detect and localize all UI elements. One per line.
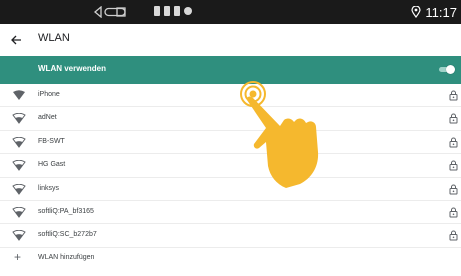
add-network-label: WLAN hinzufügen bbox=[38, 253, 95, 261]
network-ssid: linksys bbox=[38, 184, 60, 192]
wifi-medium-icon bbox=[12, 113, 26, 125]
wlan-master-label: WLAN verwenden bbox=[38, 64, 107, 73]
network-row[interactable]: adNet bbox=[0, 107, 461, 131]
add-network-row[interactable]: + WLAN hinzufügen bbox=[0, 248, 461, 268]
lock-icon bbox=[449, 207, 458, 218]
plus-icon: + bbox=[14, 249, 22, 264]
network-ssid: softliQ:SC_b272b7 bbox=[38, 231, 97, 239]
page-title: WLAN bbox=[38, 32, 70, 44]
network-row[interactable]: linksys bbox=[0, 178, 461, 201]
notification-icons bbox=[154, 6, 192, 16]
wlan-master-switch-row[interactable]: WLAN verwenden bbox=[0, 56, 461, 84]
notification-icon bbox=[184, 7, 192, 15]
app-bar: WLAN bbox=[0, 24, 461, 56]
notification-icon bbox=[174, 6, 180, 16]
arrow-back-icon[interactable] bbox=[6, 30, 26, 50]
network-ssid: softliQ:PA_bf3165 bbox=[38, 207, 94, 215]
wifi-medium-icon bbox=[12, 183, 26, 195]
network-row[interactable]: softliQ:SC_b272b7 bbox=[0, 224, 461, 248]
lock-icon bbox=[449, 90, 458, 101]
network-list: iPhone adNet FB-SWT HG Gast linksys soft… bbox=[0, 84, 461, 268]
network-ssid: HG Gast bbox=[38, 161, 66, 169]
lock-icon bbox=[449, 113, 458, 124]
clock: 11:17 bbox=[425, 4, 457, 20]
status-bar: 11:17 bbox=[0, 0, 461, 24]
network-row[interactable]: FB-SWT bbox=[0, 131, 461, 155]
wifi-medium-icon bbox=[12, 230, 26, 242]
location-icon bbox=[411, 6, 422, 18]
lock-icon bbox=[449, 160, 458, 171]
wlan-toggle[interactable] bbox=[439, 65, 455, 74]
nav-recents-icon[interactable] bbox=[114, 0, 128, 24]
lock-icon bbox=[449, 230, 458, 241]
notification-icon bbox=[164, 6, 170, 16]
wifi-medium-icon bbox=[12, 206, 26, 218]
notification-icon bbox=[154, 6, 160, 16]
lock-icon bbox=[449, 184, 458, 195]
wifi-full-icon bbox=[13, 90, 25, 100]
wifi-medium-icon bbox=[12, 136, 26, 148]
network-row[interactable]: softliQ:PA_bf3165 bbox=[0, 201, 461, 225]
toggle-thumb bbox=[446, 65, 455, 74]
status-right: 11:17 bbox=[411, 0, 457, 24]
network-row[interactable]: iPhone bbox=[0, 84, 461, 108]
tap-gesture-hand-icon bbox=[240, 81, 319, 188]
wifi-medium-icon bbox=[12, 160, 26, 172]
network-ssid: iPhone bbox=[38, 91, 60, 98]
network-ssid: adNet bbox=[38, 114, 57, 122]
network-row[interactable]: HG Gast bbox=[0, 154, 461, 178]
network-ssid: FB-SWT bbox=[38, 137, 65, 145]
lock-icon bbox=[449, 137, 458, 148]
